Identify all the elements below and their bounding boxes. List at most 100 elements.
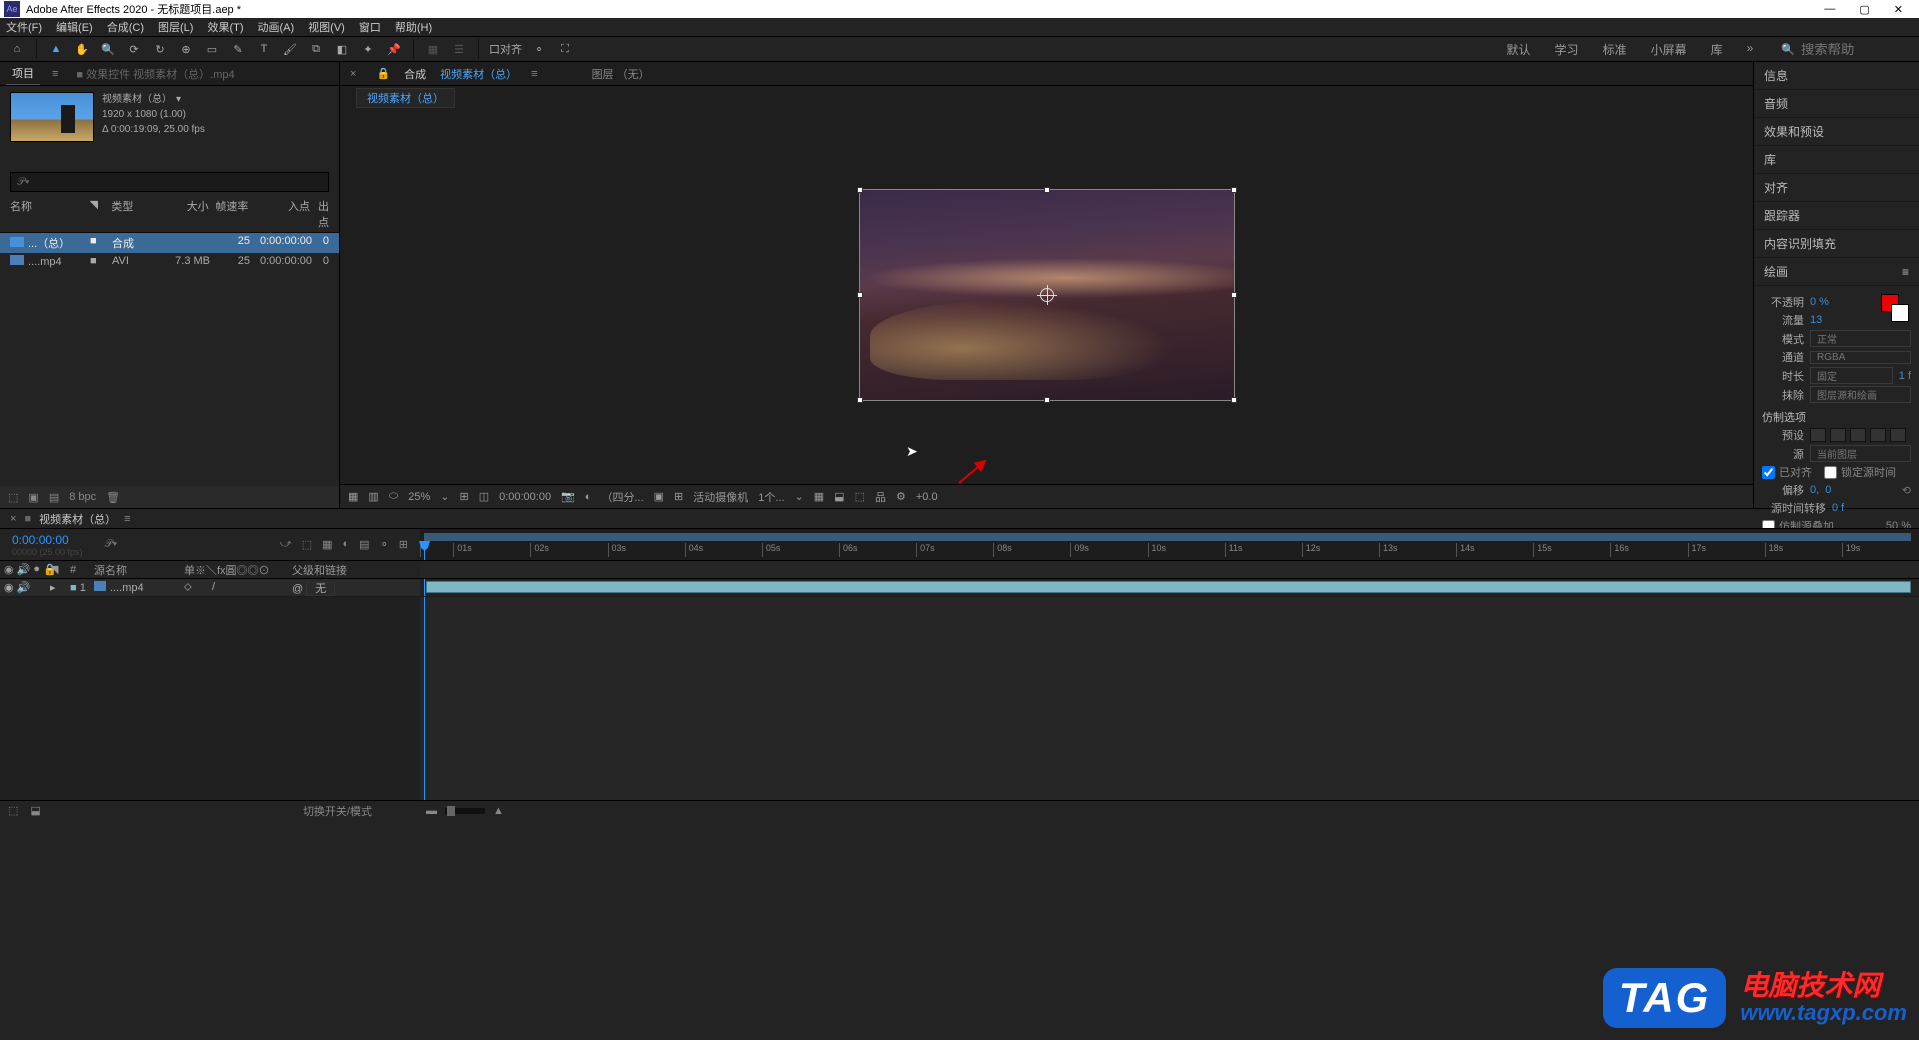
snap-options-icon[interactable]: ⚬ — [530, 40, 548, 58]
mask-icon[interactable]: ⬭ — [389, 490, 398, 503]
workspace-overflow-icon[interactable]: » — [1747, 41, 1754, 58]
layer-duration-bar[interactable] — [426, 581, 1911, 593]
layer-eye-icon[interactable]: ◉ — [4, 581, 14, 594]
full-res-icon[interactable]: ⊞ — [459, 490, 468, 503]
work-area-bar[interactable] — [424, 533, 1911, 541]
snap-toggle[interactable]: 口对齐 — [489, 41, 522, 57]
snapshot-icon[interactable]: 📷 — [561, 490, 575, 503]
safe-zones-icon[interactable]: ◫ — [479, 490, 489, 503]
anchor-point-icon[interactable] — [1040, 288, 1054, 302]
project-thumbnail[interactable] — [10, 92, 94, 142]
parent-col[interactable]: 父级和链接 — [286, 562, 416, 578]
hand-tool-icon[interactable]: ✋ — [73, 40, 91, 58]
new-folder-icon[interactable]: ▣ — [28, 491, 38, 504]
panel-libraries[interactable]: 库 — [1754, 146, 1919, 174]
menu-view[interactable]: 视图(V) — [308, 19, 345, 35]
view-options-icon[interactable]: ⌄ — [795, 490, 804, 503]
transform-handle[interactable] — [1231, 292, 1237, 298]
channel-dropdown[interactable]: RGBA — [1810, 351, 1911, 364]
exposure-value[interactable]: +0.0 — [916, 491, 938, 503]
col-type[interactable]: 类型 — [111, 198, 163, 230]
panel-audio[interactable]: 音频 — [1754, 90, 1919, 118]
workspace-learn[interactable]: 学习 — [1555, 41, 1579, 58]
orbit-tool-icon[interactable]: ⟳ — [125, 40, 143, 58]
project-search-input[interactable]: 𝒫▾ — [10, 172, 329, 192]
camera-dropdown[interactable]: 活动摄像机 — [693, 489, 748, 505]
label-col-icon[interactable]: ◥ — [50, 563, 70, 576]
clone-preset-2[interactable] — [1830, 428, 1846, 442]
rect-tool-icon[interactable]: ▭ — [203, 40, 221, 58]
text-tool-icon[interactable]: T — [255, 40, 273, 58]
views-dropdown[interactable]: 1个... — [758, 489, 784, 505]
audio-col-icon[interactable]: 🔊 — [17, 563, 31, 576]
col-out[interactable]: 出点 — [318, 198, 329, 230]
layer-viewer-none[interactable]: 图层 （无） — [592, 66, 650, 82]
parent-dropdown[interactable]: 无 — [306, 582, 335, 596]
comp-viewer[interactable] — [340, 106, 1753, 484]
clone-preset-5[interactable] — [1890, 428, 1906, 442]
current-time[interactable]: 0:00:00:00 — [12, 533, 83, 547]
motion-blur-icon[interactable]: ◐ — [343, 538, 350, 551]
menu-comp[interactable]: 合成(C) — [107, 19, 144, 35]
workspace-standard[interactable]: 标准 — [1603, 41, 1627, 58]
layer-audio-icon[interactable]: 🔊 — [17, 581, 31, 594]
panel-paint-header[interactable]: 绘画≡ — [1754, 258, 1919, 286]
panel-info[interactable]: 信息 — [1754, 62, 1919, 90]
transform-handle[interactable] — [857, 397, 863, 403]
zoom-dropdown-icon[interactable]: ⌄ — [440, 490, 449, 503]
menu-help[interactable]: 帮助(H) — [395, 19, 432, 35]
eraser-tool-icon[interactable]: ◧ — [333, 40, 351, 58]
aligned-checkbox[interactable] — [1762, 466, 1775, 479]
draft3d-icon[interactable]: ⬚ — [302, 538, 312, 551]
alpha-icon[interactable]: ▦ — [348, 490, 358, 503]
duration-frames[interactable]: 1 f — [1899, 370, 1911, 382]
clone-preset-3[interactable] — [1850, 428, 1866, 442]
col-fps[interactable]: 帧速率 — [209, 198, 249, 230]
duration-dropdown[interactable]: 固定 — [1810, 367, 1893, 384]
panel-content-aware[interactable]: 内容识别填充 — [1754, 230, 1919, 258]
exposure-reset-icon[interactable]: ⚙ — [896, 490, 906, 503]
background-swatch[interactable] — [1891, 304, 1909, 322]
search-icon[interactable]: 🔍 — [1781, 43, 1795, 56]
timeline-zoom-slider[interactable] — [445, 808, 485, 814]
transform-handle[interactable] — [857, 292, 863, 298]
color-swatches[interactable] — [1881, 294, 1909, 322]
fast-preview-icon[interactable]: ⬓ — [834, 490, 844, 503]
timeline-layer-row[interactable]: ◉🔊 ▸ ■ 1 ....mp4 ⬦ / @ 无 — [0, 579, 1919, 597]
clone-tool-icon[interactable]: ⧉ — [307, 40, 325, 58]
panel-tracker[interactable]: 跟踪器 — [1754, 202, 1919, 230]
col-size[interactable]: 大小 — [163, 198, 209, 230]
close-icon[interactable]: ✕ — [1894, 3, 1903, 16]
menu-edit[interactable]: 编辑(E) — [56, 19, 93, 35]
menu-effect[interactable]: 效果(T) — [207, 19, 243, 35]
workspace-lib[interactable]: 库 — [1711, 41, 1723, 58]
channel-icon[interactable]: ◐ — [585, 491, 592, 503]
erase-dropdown[interactable]: 图层源和绘画 — [1810, 386, 1911, 403]
zoom-out-icon[interactable]: ▬ — [426, 805, 437, 817]
reset-offset-icon[interactable]: ⟲ — [1902, 484, 1911, 497]
col-name[interactable]: 名称 — [10, 198, 89, 230]
eye-col-icon[interactable]: ◉ — [4, 563, 14, 576]
offset-y[interactable]: 0 — [1825, 484, 1831, 496]
menu-layer[interactable]: 图层(L) — [158, 19, 193, 35]
timeline-icon[interactable]: ⬚ — [855, 490, 865, 503]
anchor-tool-icon[interactable]: ⊕ — [177, 40, 195, 58]
resolution-dropdown[interactable]: （四分... — [601, 489, 643, 505]
panel-menu-icon[interactable]: ≡ — [531, 68, 537, 80]
brainstorm-icon[interactable]: ⚬ — [380, 538, 389, 551]
selection-tool-icon[interactable]: ▲ — [47, 40, 65, 58]
menu-window[interactable]: 窗口 — [359, 19, 381, 35]
bpc-toggle[interactable]: 8 bpc — [69, 491, 96, 503]
trash-icon[interactable]: 🗑 — [106, 491, 120, 504]
tab-effect-controls[interactable]: ■ 效果控件 视频素材（总）.mp4 — [70, 63, 240, 85]
clone-preset-4[interactable] — [1870, 428, 1886, 442]
interpret-icon[interactable]: ⬚ — [8, 491, 18, 504]
rotate-tool-icon[interactable]: ↻ — [151, 40, 169, 58]
toggle-transparency-icon[interactable]: ▥ — [368, 490, 378, 503]
video-layer[interactable] — [859, 189, 1235, 401]
opacity-value[interactable]: 0 % — [1810, 296, 1829, 308]
flowchart-icon[interactable]: 品 — [875, 489, 886, 505]
home-icon[interactable]: ⌂ — [8, 40, 26, 58]
panel-menu-icon[interactable]: ≡ — [52, 68, 58, 80]
grid-icon[interactable]: ⊞ — [674, 490, 683, 503]
